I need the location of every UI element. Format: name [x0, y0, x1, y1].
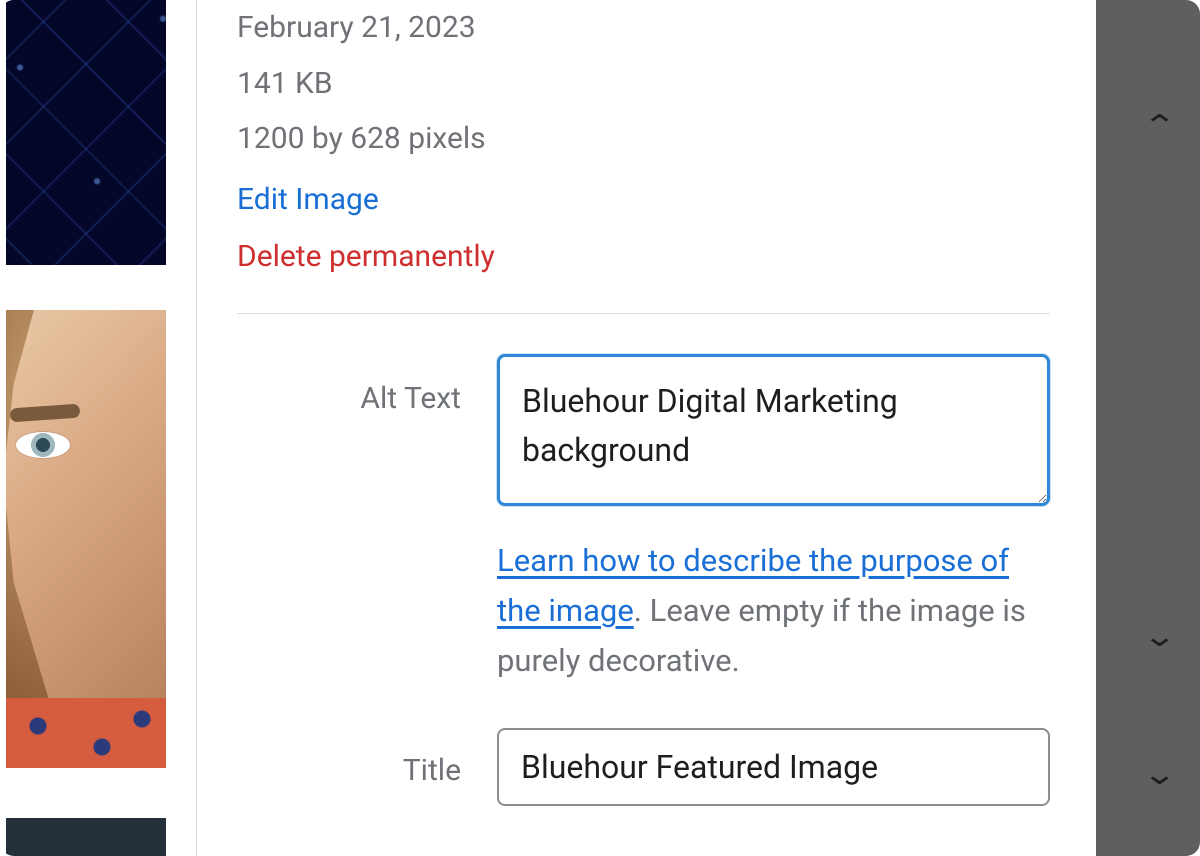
- chevron-up-icon[interactable]: ⌄: [1142, 108, 1177, 138]
- chevron-down-icon[interactable]: ⌄: [1142, 622, 1177, 652]
- alt-text-label: Alt Text: [237, 354, 497, 420]
- attachment-details: February 21, 2023 141 KB 1200 by 628 pix…: [196, 0, 1090, 856]
- alt-text-input[interactable]: [497, 354, 1050, 506]
- attachment-file-size: 141 KB: [237, 56, 1050, 112]
- attachment-dimensions: 1200 by 628 pixels: [237, 111, 1050, 167]
- edit-image-link[interactable]: Edit Image: [237, 171, 379, 228]
- attachment-form: Alt Text Learn how to describe the purpo…: [197, 314, 1090, 807]
- delete-permanently-link[interactable]: Delete permanently: [237, 228, 495, 285]
- attachment-meta: February 21, 2023 141 KB 1200 by 628 pix…: [197, 0, 1090, 285]
- title-input[interactable]: [497, 728, 1050, 806]
- grid-pattern-icon: [6, 0, 166, 265]
- portrait-placeholder: [6, 310, 166, 768]
- title-label: Title: [237, 728, 497, 792]
- media-thumbnail[interactable]: [6, 0, 166, 265]
- alt-text-row: Alt Text Learn how to describe the purpo…: [237, 354, 1050, 687]
- media-thumbnail[interactable]: [6, 818, 166, 856]
- alt-text-help: Learn how to describe the purpose of the…: [497, 536, 1050, 687]
- attachment-date: February 21, 2023: [237, 0, 1050, 56]
- attachment-details-panel: ⌄ ⌄ ⌄ February 21, 2023 141 KB 1200 by 6…: [0, 0, 1200, 856]
- media-thumbnail-column: [0, 0, 196, 856]
- attachment-actions: Edit Image Delete permanently: [237, 171, 1050, 285]
- chevron-down-icon[interactable]: ⌄: [1142, 760, 1177, 790]
- title-row: Title: [237, 728, 1050, 806]
- editor-sidebar-background: ⌄ ⌄ ⌄: [1096, 0, 1200, 856]
- media-thumbnail[interactable]: [6, 310, 166, 768]
